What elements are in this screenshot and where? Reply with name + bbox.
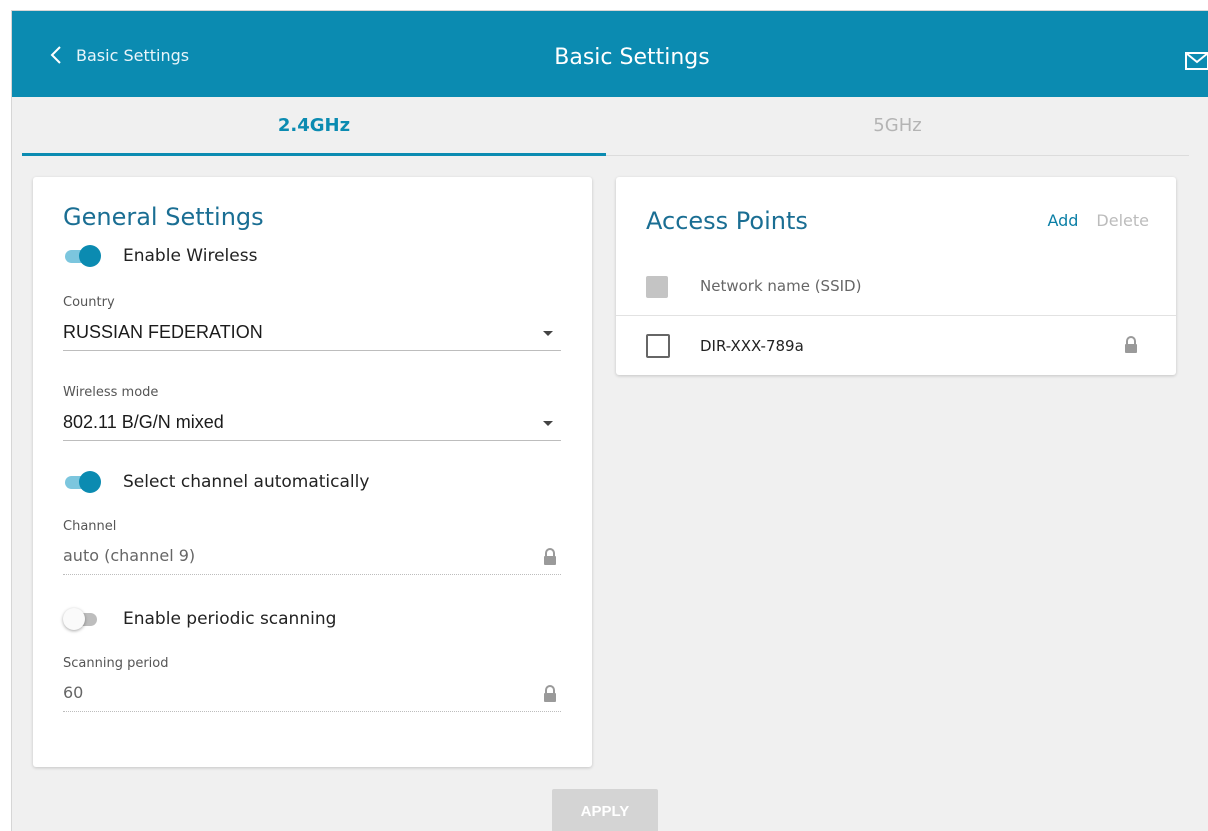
scan-period-field: Scanning period 60: [63, 656, 561, 712]
auto-channel-row: Select channel automatically: [63, 471, 369, 493]
general-settings-card: General Settings Enable Wireless Country…: [33, 177, 592, 767]
wireless-mode-value: 802.11 B/G/N mixed: [63, 412, 224, 432]
auto-channel-label: Select channel automatically: [123, 472, 370, 492]
channel-label: Channel: [63, 519, 117, 534]
access-points-card: Access Points Add Delete Network name (S…: [616, 177, 1176, 375]
wireless-mode-field: Wireless mode 802.11 B/G/N mixed: [63, 385, 561, 441]
channel-value: auto (channel 9): [63, 546, 196, 565]
scan-period-label: Scanning period: [63, 656, 169, 671]
enable-wireless-toggle[interactable]: [63, 245, 101, 267]
general-settings-title: General Settings: [63, 203, 264, 231]
toggle-knob: [79, 471, 101, 493]
dropdown-caret-icon: [543, 421, 553, 426]
table-row[interactable]: DIR-XXX-789a: [616, 316, 1176, 374]
lock-icon: [543, 548, 557, 573]
band-tabs: 2.4GHz 5GHz: [22, 97, 1189, 156]
ssid-value[interactable]: DIR-XXX-789a: [700, 337, 804, 355]
scan-period-readonly: 60: [63, 681, 561, 712]
toggle-knob: [63, 608, 85, 630]
wireless-mode-select[interactable]: 802.11 B/G/N mixed: [63, 410, 561, 441]
ssid-column-header: Network name (SSID): [700, 277, 862, 295]
channel-field: Channel auto (channel 9): [63, 519, 561, 575]
country-select[interactable]: RUSSIAN FEDERATION: [63, 320, 561, 351]
enable-wireless-label: Enable Wireless: [123, 246, 258, 266]
access-points-actions: Add Delete: [1047, 211, 1149, 230]
page-header: Basic Settings Basic Settings: [12, 11, 1208, 97]
access-points-title: Access Points: [646, 207, 808, 235]
tab-2-4ghz[interactable]: 2.4GHz: [22, 97, 606, 156]
periodic-scan-toggle[interactable]: [63, 608, 99, 630]
country-label: Country: [63, 295, 115, 310]
scan-period-value: 60: [63, 683, 84, 702]
mail-icon[interactable]: [1185, 52, 1208, 75]
add-button[interactable]: Add: [1047, 211, 1078, 230]
apply-button[interactable]: APPLY: [552, 789, 658, 831]
page-title: Basic Settings: [554, 45, 710, 70]
toggle-knob: [79, 245, 101, 267]
select-all-checkbox[interactable]: [646, 276, 668, 298]
periodic-scan-label: Enable periodic scanning: [123, 609, 337, 629]
tab-5ghz[interactable]: 5GHz: [606, 97, 1189, 153]
wireless-mode-label: Wireless mode: [63, 385, 159, 400]
app-frame: Basic Settings Basic Settings 2.4GHz 5GH…: [11, 10, 1208, 831]
enable-wireless-row: Enable Wireless: [63, 245, 257, 267]
lock-icon: [1124, 336, 1138, 359]
lock-icon: [543, 685, 557, 710]
auto-channel-toggle[interactable]: [63, 471, 101, 493]
channel-readonly: auto (channel 9): [63, 544, 561, 575]
access-points-table-header: Network name (SSID): [616, 269, 1176, 316]
delete-button[interactable]: Delete: [1096, 211, 1149, 230]
country-value: RUSSIAN FEDERATION: [63, 322, 263, 342]
row-checkbox[interactable]: [646, 334, 670, 358]
dropdown-caret-icon: [543, 331, 553, 336]
periodic-scan-row: Enable periodic scanning: [63, 608, 336, 630]
country-field: Country RUSSIAN FEDERATION: [63, 295, 561, 351]
